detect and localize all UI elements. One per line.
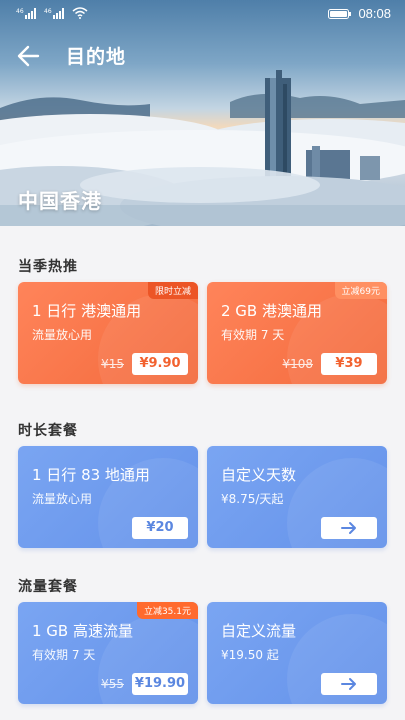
promo-badge: 立减69元: [334, 282, 387, 299]
plan-card-1day-83-regions[interactable]: 1 日行 83 地通用 流量放心用 ¥20: [18, 446, 198, 548]
plan-card-custom-data[interactable]: 自定义流量 ¥19.50 起: [207, 602, 387, 704]
arrow-left-icon: [17, 45, 40, 67]
battery-icon: [328, 8, 352, 19]
plan-subtitle: 流量放心用: [32, 492, 93, 506]
destination-name: 中国香港: [18, 189, 102, 213]
svg-text:46: 46: [44, 8, 52, 15]
svg-text:46: 46: [16, 8, 24, 15]
price-button[interactable]: ¥39: [321, 353, 377, 375]
price-button[interactable]: ¥20: [132, 517, 188, 539]
plan-name: 1 GB 高速流量: [32, 622, 133, 640]
plan-subtitle: 有效期 7 天: [221, 328, 285, 342]
original-price: ¥55: [101, 677, 124, 691]
arrow-right-icon: [341, 522, 356, 534]
cellular-signal-2-icon: 46: [44, 8, 64, 19]
page-title: 目的地: [66, 46, 127, 68]
section-title-data: 流量套餐: [18, 579, 78, 595]
arrow-right-icon: [341, 678, 356, 690]
status-time: 08:08: [358, 6, 391, 21]
promo-badge: 立减35.1元: [136, 602, 198, 619]
section-title-hot: 当季热推: [18, 259, 78, 275]
plan-name: 自定义天数: [221, 466, 297, 484]
plan-name: 1 日行 港澳通用: [32, 302, 142, 320]
original-price: ¥15: [101, 357, 124, 371]
back-button[interactable]: [14, 42, 46, 70]
section-title-duration: 时长套餐: [18, 423, 78, 439]
plan-subtitle: ¥8.75/天起: [221, 492, 284, 506]
plan-card-1day-hk-macau[interactable]: 限时立减 1 日行 港澳通用 流量放心用 ¥15 ¥9.90: [18, 282, 198, 384]
promo-badge: 限时立减: [147, 282, 198, 299]
wifi-icon: [72, 7, 88, 19]
destination-hero: 46 46 08:08 目的地 中国香港: [0, 0, 405, 226]
plan-name: 自定义流量: [221, 622, 297, 640]
custom-data-go-button[interactable]: [321, 673, 377, 695]
price-button[interactable]: ¥19.90: [132, 673, 188, 695]
status-bar: 46 46 08:08: [0, 0, 405, 28]
plan-subtitle: 流量放心用: [32, 328, 93, 342]
app-bar: 目的地: [0, 36, 405, 76]
plan-card-custom-days[interactable]: 自定义天数 ¥8.75/天起: [207, 446, 387, 548]
custom-days-go-button[interactable]: [321, 517, 377, 539]
plan-card-2gb-hk-macau[interactable]: 立减69元 2 GB 港澳通用 有效期 7 天 ¥108 ¥39: [207, 282, 387, 384]
cellular-signal-icon: 46: [16, 8, 36, 19]
price-button[interactable]: ¥9.90: [132, 353, 188, 375]
plan-name: 2 GB 港澳通用: [221, 302, 322, 320]
plan-subtitle: ¥19.50 起: [221, 648, 279, 662]
original-price: ¥108: [282, 357, 313, 371]
plan-card-1gb-highspeed[interactable]: 立减35.1元 1 GB 高速流量 有效期 7 天 ¥55 ¥19.90: [18, 602, 198, 704]
plan-subtitle: 有效期 7 天: [32, 648, 96, 662]
plan-name: 1 日行 83 地通用: [32, 466, 150, 484]
